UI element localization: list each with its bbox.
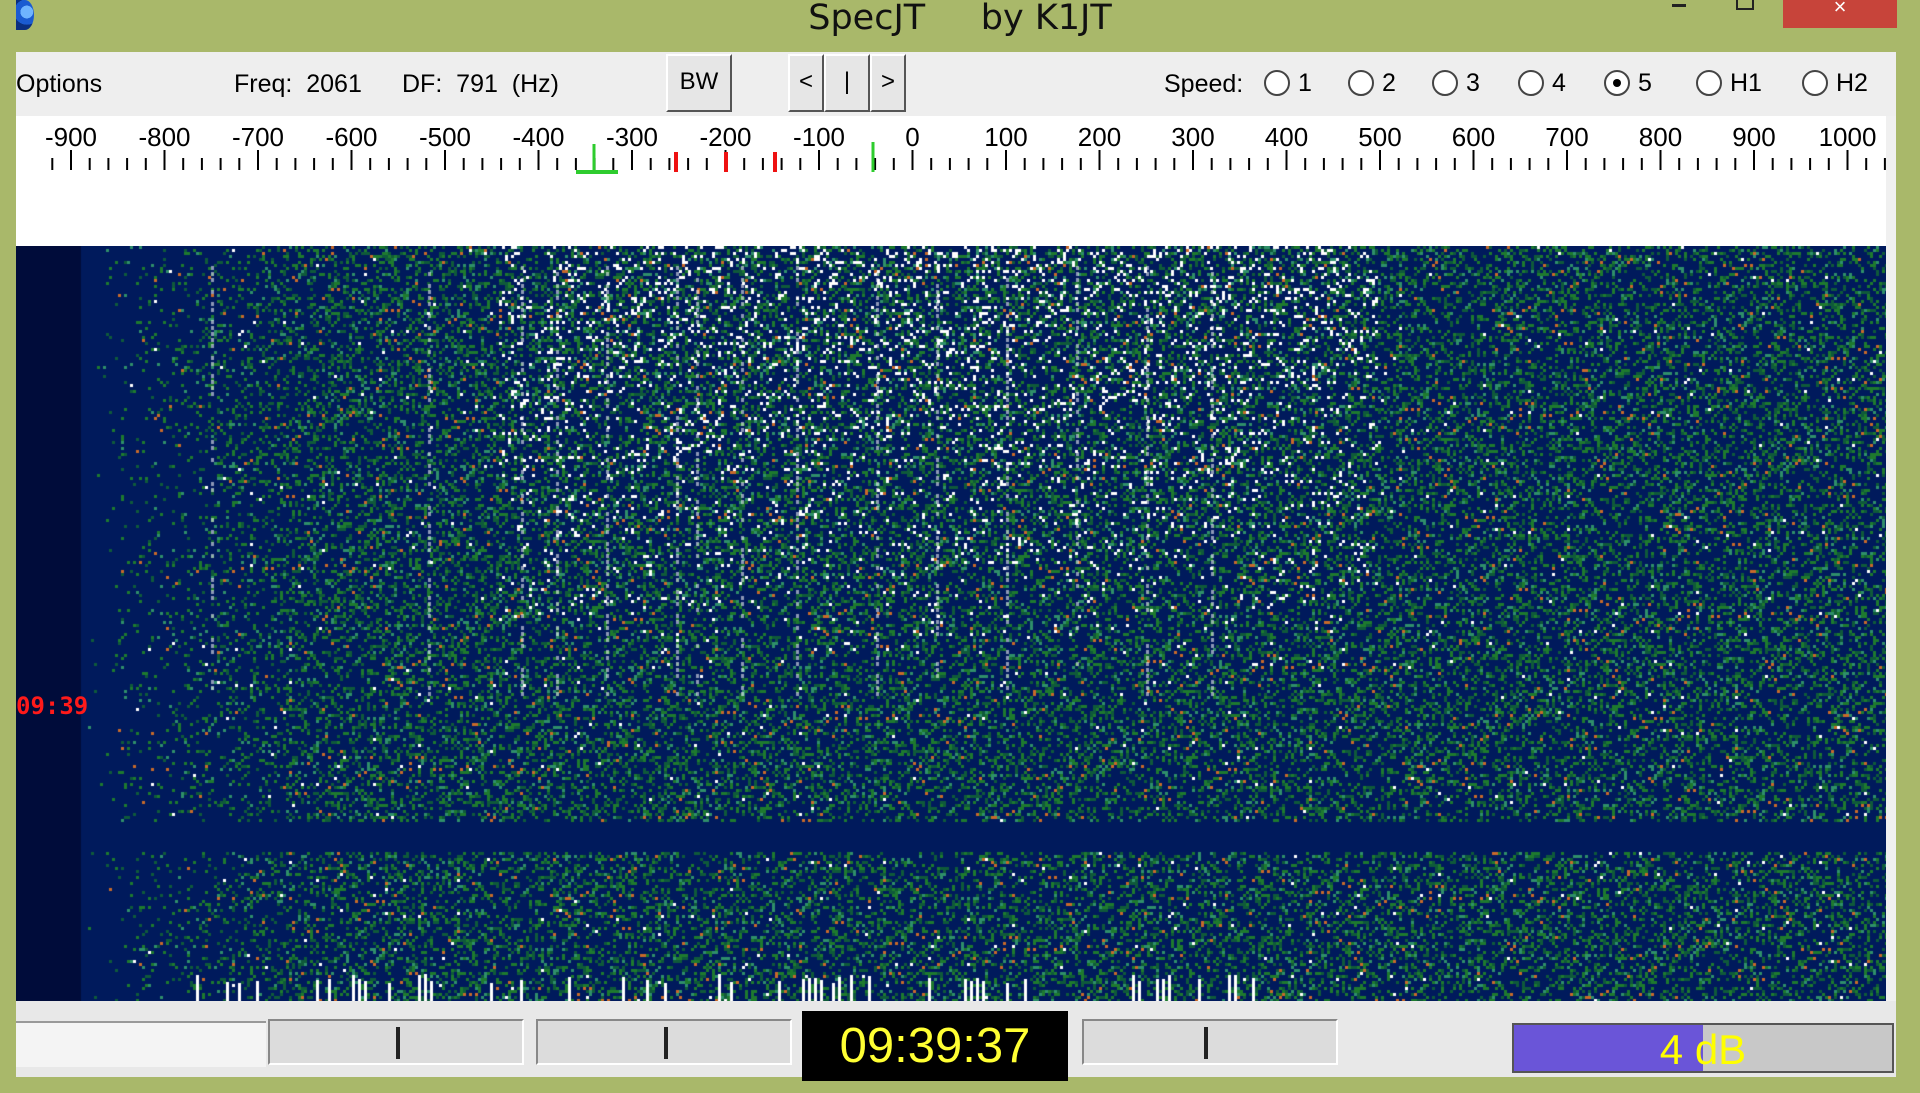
contrast-slider[interactable] [536, 1019, 792, 1065]
center-button[interactable]: | [824, 54, 870, 112]
radio-label: 5 [1638, 68, 1652, 97]
slider-thumb[interactable] [396, 1027, 400, 1059]
window-title: SpecJT by K1JT [808, 0, 1112, 38]
slider-thumb[interactable] [664, 1027, 668, 1059]
speed-radio-h2[interactable]: H2 [1802, 68, 1868, 98]
close-icon: × [1833, 0, 1847, 19]
radio-label: H1 [1730, 68, 1762, 97]
speed-radio-2[interactable]: 2 [1348, 68, 1396, 98]
scale-label: 900 [1732, 122, 1775, 152]
scale-label: 700 [1545, 122, 1588, 152]
frequency-scale[interactable]: -900 -800 -700 -600 -500 -400 -300 -200 -100 0 100… [16, 116, 1886, 246]
radio-circle[interactable] [1604, 70, 1630, 97]
radio-circle[interactable] [1696, 70, 1722, 97]
close-button[interactable]: × [1783, 0, 1897, 28]
scale-label: 100 [984, 122, 1027, 152]
radio-label: 3 [1466, 68, 1480, 97]
speed-radio-1[interactable]: 1 [1264, 68, 1312, 98]
scale-label: -900 [45, 122, 97, 152]
bw-button[interactable]: BW [666, 54, 732, 112]
toolbar: Options Freq: 2061 DF: 791 (Hz) BW < | >… [16, 52, 1896, 116]
level-readout: 4 dB [1659, 1026, 1747, 1073]
scale-label: 800 [1639, 122, 1682, 152]
scale-label: -200 [699, 122, 751, 152]
slider-thumb[interactable] [1204, 1027, 1208, 1059]
radio-circle[interactable] [1432, 70, 1458, 97]
radio-circle[interactable] [1802, 70, 1828, 97]
options-menu[interactable]: Options [16, 70, 102, 99]
speed-label: Speed: [1164, 70, 1244, 98]
brightness-slider[interactable] [268, 1019, 524, 1065]
speed-radio-3[interactable]: 3 [1432, 68, 1480, 98]
scale-label: 500 [1358, 122, 1401, 152]
radio-label: 1 [1298, 68, 1312, 97]
scale-label: 1000 [1819, 122, 1877, 152]
radio-label: H2 [1836, 68, 1868, 97]
scale-label: -400 [512, 122, 564, 152]
minimize-icon [1672, 4, 1686, 7]
client-area: Options Freq: 2061 DF: 791 (Hz) BW < | >… [16, 52, 1896, 1081]
minimize-button[interactable] [1660, 0, 1700, 28]
speed-radio-4[interactable]: 4 [1518, 68, 1566, 98]
gain-slider[interactable] [1082, 1019, 1338, 1065]
bottom-field [16, 1021, 266, 1067]
time-marker: 09:39 [16, 692, 89, 720]
radio-circle[interactable] [1518, 70, 1544, 97]
radio-label: 2 [1382, 68, 1396, 97]
bottom-controls: 09:39:37 4 dB [16, 1001, 1896, 1081]
radio-circle[interactable] [1264, 70, 1290, 97]
scale-label: 200 [1078, 122, 1121, 152]
signal-level-meter: 4 dB [1512, 1023, 1894, 1073]
scale-label: -500 [419, 122, 471, 152]
scale-label: -300 [606, 122, 658, 152]
radio-circle[interactable] [1348, 70, 1374, 97]
waterfall-spectrogram[interactable]: 09:39 [16, 246, 1886, 1001]
radio-label: 4 [1552, 68, 1566, 97]
scale-label: 300 [1171, 122, 1214, 152]
scale-label: -600 [325, 122, 377, 152]
specjt-window: SpecJT by K1JT × Options Freq: 2061 DF: … [0, 0, 1920, 1093]
shift-right-button[interactable]: > [870, 54, 906, 112]
scale-label: -800 [138, 122, 190, 152]
scale-label: 400 [1265, 122, 1308, 152]
freq-readout: Freq: 2061 [234, 70, 362, 98]
waterfall-canvas [16, 246, 1886, 1001]
scale-label: -700 [232, 122, 284, 152]
scale-label: 600 [1452, 122, 1495, 152]
speed-radio-5[interactable]: 5 [1604, 68, 1652, 98]
shift-left-button[interactable]: < [788, 54, 824, 112]
scale-label: 0 [905, 122, 919, 152]
utc-clock: 09:39:37 [802, 1011, 1068, 1081]
maximize-button[interactable] [1724, 0, 1764, 28]
scale-label: -100 [793, 122, 845, 152]
title-bar[interactable]: SpecJT by K1JT × [0, 0, 1920, 52]
speed-radio-h1[interactable]: H1 [1696, 68, 1762, 98]
maximize-icon [1736, 0, 1754, 10]
df-readout: DF: 791 (Hz) [402, 70, 559, 98]
